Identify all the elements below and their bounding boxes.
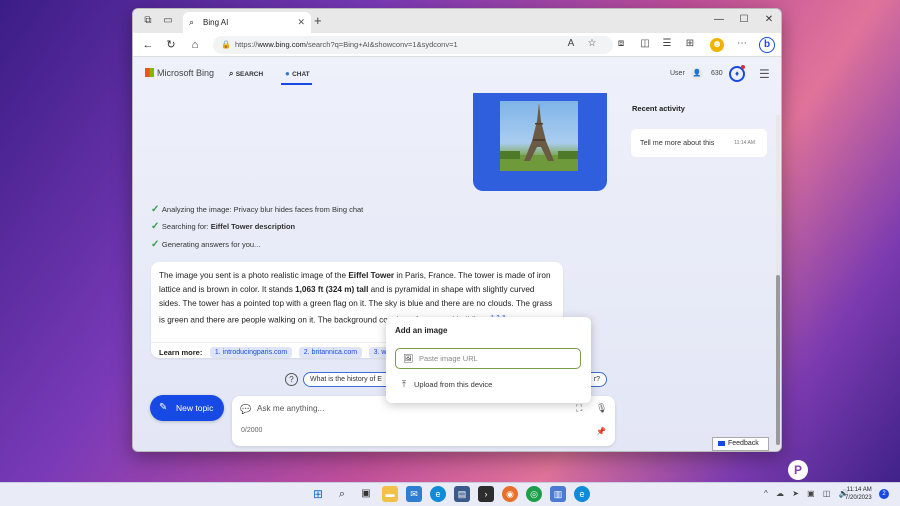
- maximize-icon[interactable]: ☐: [736, 14, 752, 25]
- user-image-message: [473, 93, 607, 191]
- popup-title: Add an image: [395, 326, 448, 335]
- rewards-points[interactable]: 630: [711, 70, 723, 77]
- nav-chat[interactable]: ● CHAT: [281, 69, 312, 85]
- menu-icon[interactable]: ☰: [759, 67, 770, 81]
- check-icon: ✓: [151, 221, 160, 232]
- avatar[interactable]: 👤: [691, 68, 703, 80]
- bing-sidebar-icon[interactable]: b: [759, 37, 775, 53]
- char-counter: 0/2000: [241, 427, 263, 434]
- user-name[interactable]: User: [670, 70, 685, 77]
- more-icon[interactable]: ⋯: [735, 38, 749, 49]
- status-line: ✓ Searching for: Eiffel Tower descriptio…: [151, 221, 296, 232]
- eiffel-tower-icon: [500, 103, 578, 171]
- chat-bubble-icon: 💬: [240, 404, 252, 414]
- address-bar[interactable]: 🔒 https://www.bing.com/search?q=Bing+AI&s…: [213, 36, 613, 54]
- task-view-icon[interactable]: ▣: [358, 486, 374, 502]
- broom-icon: ✎: [159, 402, 168, 413]
- check-icon: ✓: [151, 239, 160, 250]
- search-icon[interactable]: ⌕: [334, 486, 350, 502]
- upload-icon: ⤒: [402, 379, 406, 389]
- nav-search[interactable]: ⌕ SEARCH: [229, 69, 263, 79]
- scrollbar-thumb[interactable]: [776, 275, 780, 445]
- clock[interactable]: 11:14 AM 7/20/2023: [845, 486, 872, 502]
- add-image-popup: Add an image 🖼 Paste image URL ⤒ Upload fr…: [386, 317, 591, 403]
- status-line: ✓ Analyzing the image: Privacy blur hide…: [151, 204, 364, 215]
- chat-composer: 💬 Ask me anything... ⛶ 🎙 0/2000 📌: [232, 396, 615, 446]
- read-aloud-icon[interactable]: A: [564, 38, 578, 49]
- notification-dot: [741, 65, 745, 69]
- lock-icon: 🔒: [221, 40, 231, 49]
- collections-icon[interactable]: ⊞: [683, 38, 697, 49]
- eiffel-tower-photo[interactable]: [500, 101, 578, 171]
- back-icon[interactable]: ←: [141, 38, 155, 52]
- profile-icon[interactable]: ☻: [710, 38, 724, 52]
- firefox-icon[interactable]: ◉: [502, 486, 518, 502]
- help-icon[interactable]: ?: [285, 373, 298, 386]
- new-tab-button[interactable]: +: [314, 13, 322, 28]
- home-icon[interactable]: ⌂: [188, 38, 202, 52]
- check-icon: ✓: [151, 204, 160, 215]
- microphone-icon[interactable]: 🎙: [596, 403, 607, 414]
- edge-icon[interactable]: e: [430, 486, 446, 502]
- image-url-input[interactable]: 🖼 Paste image URL: [395, 348, 581, 369]
- bing-chat-page: Microsoft Bing ⌕ SEARCH ● CHAT User 👤 63…: [133, 57, 781, 451]
- new-topic-button[interactable]: ✎ New topic: [150, 395, 224, 421]
- status-line: ✓ Generating answers for you...: [151, 239, 261, 250]
- feedback-button[interactable]: Feedback: [712, 437, 769, 451]
- close-tab-icon[interactable]: ✕: [297, 12, 305, 33]
- notepad-icon[interactable]: ▥: [550, 486, 566, 502]
- pin-icon[interactable]: 📌: [596, 427, 606, 436]
- store-icon[interactable]: ▤: [454, 486, 470, 502]
- tab-bar: ⧉ ▭ ⌕ Bing AI ✕ + — ☐ ✕: [133, 9, 781, 33]
- address-toolbar: ← ↻ ⌂ 🔒 https://www.bing.com/search?q=Bin…: [133, 33, 781, 57]
- feedback-icon: [718, 441, 725, 446]
- recent-activity-heading: Recent activity: [632, 104, 685, 113]
- taskbar: ⊞ ⌕ ▣ ▬ ✉ e ▤ › ◉ ◎ ▥ e ^ ☁ ➤ ▣ ◫ 🔊 11:1…: [0, 482, 900, 506]
- chat-icon: ●: [285, 69, 293, 78]
- source-link[interactable]: 1. introducingparis.com: [209, 347, 293, 359]
- watermark-icon: P: [788, 460, 808, 480]
- terminal-icon[interactable]: ›: [478, 486, 494, 502]
- tab-bing-ai[interactable]: ⌕ Bing AI ✕: [183, 12, 311, 33]
- favorites-icon[interactable]: ☰: [660, 38, 674, 49]
- upload-from-device-button[interactable]: ⤒ Upload from this device: [402, 379, 492, 390]
- visual-search-icon[interactable]: ⛶: [576, 403, 582, 414]
- search-icon: ⌕: [189, 17, 195, 27]
- recent-activity-item[interactable]: Tell me more about this 11:14 AM: [631, 129, 767, 157]
- tab-actions-icon[interactable]: ▭: [161, 14, 175, 28]
- chrome-icon[interactable]: ◎: [526, 486, 542, 502]
- refresh-icon[interactable]: ↻: [164, 38, 178, 52]
- search-icon: ⌕: [229, 69, 236, 78]
- mail-icon[interactable]: ✉: [406, 486, 422, 502]
- tab-title: Bing AI: [203, 18, 229, 27]
- browser-window: ⧉ ▭ ⌕ Bing AI ✕ + — ☐ ✕ ← ↻ ⌂ 🔒 https://w…: [132, 8, 782, 452]
- extensions-icon[interactable]: ⧈: [614, 38, 628, 49]
- split-screen-icon[interactable]: ◫: [638, 38, 652, 49]
- edge-dev-icon[interactable]: e: [574, 486, 590, 502]
- image-link-icon: 🖼: [403, 354, 414, 363]
- workspaces-icon[interactable]: ⧉: [141, 14, 155, 28]
- favorite-star-icon[interactable]: ☆: [585, 38, 599, 49]
- start-icon[interactable]: ⊞: [310, 486, 326, 502]
- source-link[interactable]: 2. britannica.com: [298, 347, 363, 359]
- system-tray[interactable]: ^ ☁ ➤ ▣ ◫ 🔊: [764, 489, 852, 498]
- chat-input[interactable]: Ask me anything...: [257, 404, 324, 413]
- file-explorer-icon[interactable]: ▬: [382, 486, 398, 502]
- microsoft-bing-logo[interactable]: Microsoft Bing: [145, 67, 214, 79]
- notification-badge[interactable]: 2: [879, 489, 889, 499]
- minimize-icon[interactable]: —: [711, 14, 727, 25]
- microsoft-logo-icon: [145, 68, 154, 77]
- close-window-icon[interactable]: ✕: [761, 14, 777, 25]
- watermark-logo: P: [788, 460, 812, 480]
